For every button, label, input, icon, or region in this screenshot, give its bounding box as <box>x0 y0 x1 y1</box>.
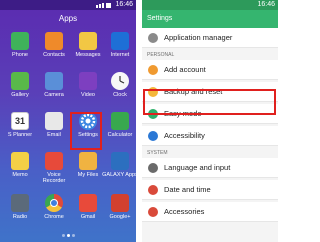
app-label: Internet <box>110 52 130 58</box>
camera-icon <box>45 72 63 90</box>
backup-reset-highlight <box>143 89 276 115</box>
app-label: Voice Recorder <box>42 172 66 184</box>
settings-item-label: Accessories <box>164 207 205 216</box>
section-header-system: SYSTEM <box>147 150 168 156</box>
app-label: Email <box>47 132 61 138</box>
app-label: Phone <box>12 52 28 58</box>
app-label: GALAXY Apps <box>102 172 138 178</box>
date-time-icon <box>148 185 158 195</box>
app-radio[interactable]: Radio <box>6 194 34 228</box>
settings-highlight <box>70 112 102 150</box>
settings-item-application-manager[interactable]: Application manager <box>142 28 278 48</box>
page-title: Apps <box>58 14 78 23</box>
language-icon <box>148 163 158 173</box>
app-gmail[interactable]: Gmail <box>74 194 102 228</box>
signal-icon <box>96 3 111 8</box>
app-email[interactable]: Email <box>40 112 68 146</box>
section-header-personal: PERSONAL <box>147 52 175 58</box>
contacts-icon <box>45 32 63 50</box>
app-video[interactable]: Video <box>74 72 102 106</box>
app-contacts[interactable]: Contacts <box>40 32 68 66</box>
status-bar: 16:46 <box>0 0 136 10</box>
settings-item-accessories[interactable]: Accessories <box>142 202 278 222</box>
app-calculator[interactable]: Calculator <box>106 112 134 146</box>
internet-icon <box>111 32 129 50</box>
app-s-planner[interactable]: 31 S Planner <box>6 112 34 146</box>
google--icon <box>111 194 129 212</box>
settings-item-label: Date and time <box>164 185 211 194</box>
settings-screen: 16:46 Settings Application manager PERSON… <box>142 0 278 242</box>
chrome-icon <box>45 194 63 212</box>
accessories-icon <box>148 207 158 217</box>
app-label: S Planner <box>7 132 33 138</box>
settings-item-accessibility[interactable]: Accessibility <box>142 126 278 146</box>
app-label: Camera <box>44 92 64 98</box>
app-label: Calculator <box>107 132 133 138</box>
video-icon <box>79 72 97 90</box>
app-gallery[interactable]: Gallery <box>6 72 34 106</box>
voice-recorder-icon <box>45 152 63 170</box>
app-my-files[interactable]: My Files <box>74 152 102 186</box>
app-label: Video <box>81 92 95 98</box>
app-label: Memo <box>12 172 28 178</box>
app-label: Chrome <box>44 214 64 220</box>
gmail-icon <box>79 194 97 212</box>
settings-item-label: Add account <box>164 65 206 74</box>
clock-icon <box>111 72 129 90</box>
status-time: 16:46 <box>257 1 275 8</box>
settings-item-label: Language and input <box>164 163 231 172</box>
app-galaxy-apps[interactable]: GALAXY Apps <box>102 152 138 186</box>
app-label: Gmail <box>80 214 96 220</box>
add-account-icon <box>148 65 158 75</box>
app-internet[interactable]: Internet <box>106 32 134 66</box>
accessibility-icon <box>148 131 158 141</box>
email-icon <box>45 112 63 130</box>
settings-item-add-account[interactable]: Add account <box>142 60 278 80</box>
settings-item-date-and-time[interactable]: Date and time <box>142 180 278 200</box>
my-files-icon <box>79 152 97 170</box>
page-title: Settings <box>142 10 278 28</box>
app-phone[interactable]: Phone <box>6 32 34 66</box>
settings-item-label: Accessibility <box>164 131 205 140</box>
gallery-icon <box>11 72 29 90</box>
app-label: My Files <box>77 172 99 178</box>
app-label: Gallery <box>11 92 29 98</box>
app-label: Radio <box>12 214 28 220</box>
radio-icon <box>11 194 29 212</box>
messages-icon <box>79 32 97 50</box>
settings-item-label: Application manager <box>164 33 233 42</box>
phone-icon <box>11 32 29 50</box>
app-label: Contacts <box>43 52 65 58</box>
s-planner-icon: 31 <box>11 112 29 130</box>
app-voice-recorder[interactable]: Voice Recorder <box>40 152 68 186</box>
app-chrome[interactable]: Chrome <box>40 194 68 228</box>
page-indicator <box>60 234 76 238</box>
settings-item-language-and-input[interactable]: Language and input <box>142 158 278 178</box>
app-manager-icon <box>148 33 158 43</box>
app-google-[interactable]: Google+ <box>106 194 134 228</box>
status-time: 16:46 <box>115 1 133 8</box>
memo-icon <box>11 152 29 170</box>
app-camera[interactable]: Camera <box>40 72 68 106</box>
app-label: Google+ <box>109 214 131 220</box>
app-memo[interactable]: Memo <box>6 152 34 186</box>
app-label: Clock <box>113 92 127 98</box>
status-bar: 16:46 <box>142 0 278 10</box>
galaxy-apps-icon <box>111 152 129 170</box>
calculator-icon <box>111 112 129 130</box>
app-label: Messages <box>75 52 101 58</box>
apps-screen: 16:46 Apps Phone Contacts Messages Internet… <box>0 0 138 242</box>
app-clock[interactable]: Clock <box>106 72 134 106</box>
app-messages[interactable]: Messages <box>74 32 102 66</box>
